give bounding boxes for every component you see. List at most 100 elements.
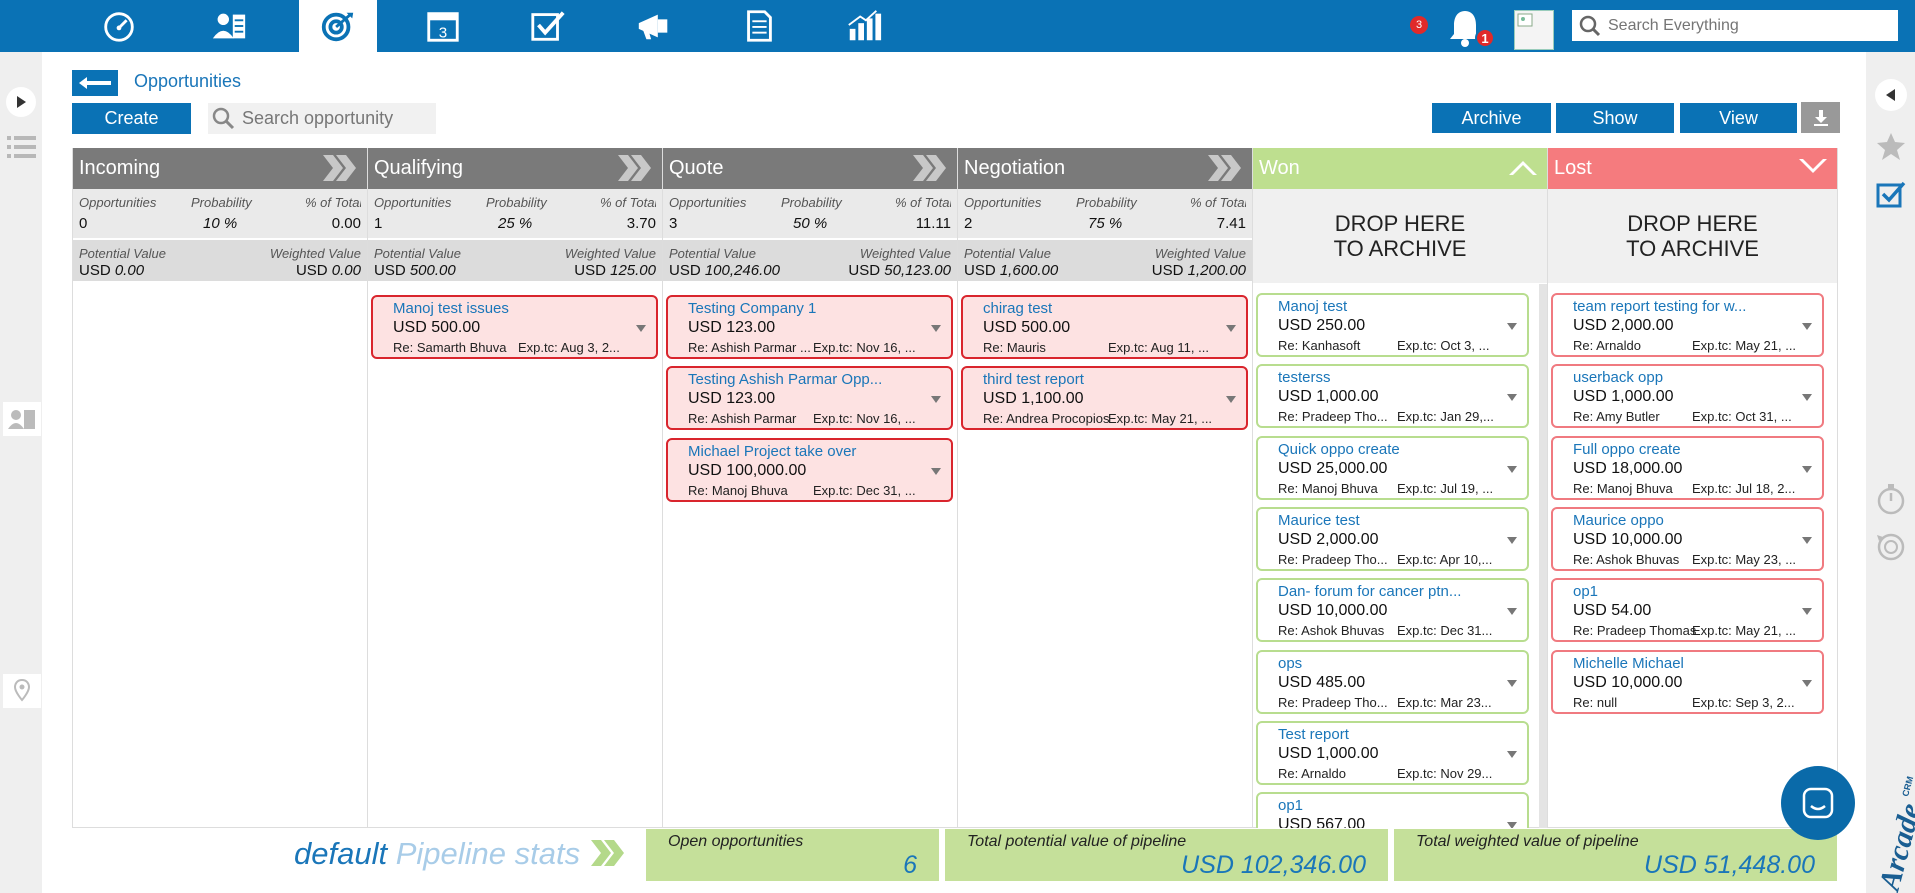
opportunity-card[interactable]: testerss USD 1,000.00 Re: Pradeep Tho... Ex… <box>1256 364 1529 429</box>
back-button[interactable] <box>72 70 118 96</box>
card-related: Re: Manoj Bhuva <box>1573 480 1673 496</box>
card-title[interactable]: Maurice test <box>1278 512 1528 530</box>
calendar-icon[interactable]: 3 <box>401 0 485 52</box>
history-icon[interactable] <box>1874 530 1908 564</box>
card-menu-dropdown-icon[interactable] <box>1507 679 1517 687</box>
opportunity-card[interactable]: Test report USD 1,000.00 Re: Arnaldo Exp.tc… <box>1256 720 1529 785</box>
card-list: chirag test USD 500.00 Re: Mauris Exp.tc: A… <box>958 148 1252 828</box>
show-button[interactable]: Show <box>1556 103 1674 133</box>
card-menu-dropdown-icon[interactable] <box>1802 394 1812 402</box>
card-title[interactable]: op1 <box>1278 797 1528 815</box>
opportunity-card[interactable]: ops USD 485.00 Re: Pradeep Tho... Exp.tc: M… <box>1256 649 1529 714</box>
card-menu-dropdown-icon[interactable] <box>1226 325 1236 332</box>
card-menu-dropdown-icon[interactable] <box>1507 750 1517 758</box>
opportunity-card[interactable]: op1 USD 567.00 <box>1256 792 1529 828</box>
card-title[interactable]: Full oppo create <box>1573 441 1823 459</box>
opportunity-search[interactable]: Search opportunity <box>208 103 436 134</box>
card-title[interactable]: userback opp <box>1573 369 1823 387</box>
card-menu-dropdown-icon[interactable] <box>1507 465 1517 473</box>
column-header[interactable]: Incoming <box>73 148 367 189</box>
opportunity-card[interactable]: team report testing for w... USD 2,000.00… <box>1551 293 1824 357</box>
card-menu-dropdown-icon[interactable] <box>1802 536 1812 544</box>
tasks-icon[interactable] <box>506 0 590 52</box>
card-title[interactable]: Testing Ashish Parmar Opp... <box>688 371 938 389</box>
card-menu-dropdown-icon[interactable] <box>1507 536 1517 544</box>
card-menu-dropdown-icon[interactable] <box>1226 396 1236 404</box>
collapse-right-panel-button[interactable] <box>1875 79 1907 111</box>
card-title[interactable]: team report testing for w... <box>1573 298 1823 316</box>
view-button[interactable]: View <box>1680 103 1797 133</box>
team-icon[interactable] <box>3 402 41 436</box>
card-title[interactable]: ops <box>1278 655 1528 673</box>
card-related: Re: Pradeep Tho... <box>1278 694 1388 710</box>
card-menu-dropdown-icon[interactable] <box>1507 394 1517 402</box>
won-scrollbar[interactable] <box>1539 284 1547 828</box>
notification-count-badge[interactable]: 3 <box>1410 16 1428 34</box>
potential-amount: 0.00 <box>114 262 145 279</box>
opportunity-card[interactable]: Testing Company 1 USD 123.00 Re: Ashish Pa… <box>666 295 953 359</box>
card-title[interactable]: testerss <box>1278 369 1528 387</box>
card-menu-dropdown-icon[interactable] <box>1802 465 1812 473</box>
opportunity-card[interactable]: Full oppo create USD 18,000.00 Re: Manoj B… <box>1551 435 1824 500</box>
opportunity-card[interactable]: Michael Project take over USD 100,000.00 R… <box>666 437 953 502</box>
card-menu-dropdown-icon[interactable] <box>1507 323 1517 330</box>
opportunity-card[interactable]: Manoj test issues USD 500.00 Re: Samarth B… <box>371 295 658 359</box>
card-menu-dropdown-icon[interactable] <box>1802 608 1812 616</box>
svg-text:Arcade: Arcade <box>1872 800 1915 893</box>
global-search[interactable] <box>1572 10 1898 41</box>
opportunity-search-placeholder[interactable]: Search opportunity <box>242 108 393 129</box>
checkbox-icon[interactable] <box>1874 177 1908 211</box>
card-menu-dropdown-icon[interactable] <box>1802 323 1812 330</box>
documents-icon[interactable] <box>717 0 801 52</box>
card-title[interactable]: Michael Project take over <box>688 443 938 461</box>
opportunity-card[interactable]: third test report USD 1,100.00 Re: Andrea … <box>961 366 1248 431</box>
opportunity-card[interactable]: chirag test USD 500.00 Re: Mauris Exp.tc: A… <box>961 295 1248 359</box>
global-search-input[interactable] <box>1608 16 1878 35</box>
card-title[interactable]: Quick oppo create <box>1278 441 1528 459</box>
campaigns-icon[interactable] <box>612 0 696 52</box>
opportunity-card[interactable]: Maurice test USD 2,000.00 Re: Pradeep Tho.… <box>1256 506 1529 571</box>
card-menu-dropdown-icon[interactable] <box>931 396 941 404</box>
card-title[interactable]: op1 <box>1573 583 1823 601</box>
card-title[interactable]: Dan- forum for cancer ptn... <box>1278 583 1528 601</box>
card-title[interactable]: third test report <box>983 371 1233 389</box>
location-pin-icon[interactable] <box>3 674 41 708</box>
opportunity-card[interactable]: Testing Ashish Parmar Opp... USD 123.00 Re… <box>666 366 953 431</box>
card-title[interactable]: Test report <box>1278 726 1528 744</box>
star-icon[interactable] <box>1874 129 1908 163</box>
download-button[interactable] <box>1801 102 1840 133</box>
card-title[interactable]: Manoj test <box>1278 298 1528 316</box>
card-title[interactable]: chirag test <box>983 300 1233 318</box>
reports-icon[interactable] <box>822 0 906 52</box>
potential-value-amount: USD 102,346.00 <box>1181 851 1366 879</box>
opportunity-card[interactable]: Manoj test USD 250.00 Re: Kanhasoft Exp.tc:… <box>1256 293 1529 357</box>
opportunity-card[interactable]: userback opp USD 1,000.00 Re: Amy Butler Ex… <box>1551 364 1824 429</box>
breadcrumb-title[interactable]: Opportunities <box>134 71 241 92</box>
opportunity-card[interactable]: Michelle Michael USD 10,000.00 Re: null Exp… <box>1551 649 1824 714</box>
card-amount: USD 2,000.00 <box>1573 317 1674 334</box>
dashboard-icon[interactable] <box>77 0 161 52</box>
card-menu-dropdown-icon[interactable] <box>1507 822 1517 828</box>
chat-launcher-button[interactable] <box>1781 766 1855 840</box>
user-avatar[interactable] <box>1514 10 1554 50</box>
card-title[interactable]: Testing Company 1 <box>688 300 938 318</box>
card-menu-dropdown-icon[interactable] <box>636 325 646 332</box>
card-menu-dropdown-icon[interactable] <box>931 467 941 475</box>
opportunity-card[interactable]: Quick oppo create USD 25,000.00 Re: Manoj … <box>1256 435 1529 500</box>
create-button[interactable]: Create <box>72 103 191 134</box>
opportunity-card[interactable]: op1 USD 54.00 Re: Pradeep Thomas Exp.tc: Ma… <box>1551 578 1824 643</box>
card-title[interactable]: Michelle Michael <box>1573 655 1823 673</box>
expand-sidebar-button[interactable] <box>6 87 36 117</box>
contacts-icon[interactable] <box>187 0 271 52</box>
card-menu-dropdown-icon[interactable] <box>931 325 941 332</box>
opportunities-icon[interactable] <box>299 0 377 52</box>
stopwatch-icon[interactable] <box>1874 480 1908 518</box>
opportunity-card[interactable]: Dan- forum for cancer ptn... USD 10,000.0… <box>1256 578 1529 643</box>
card-title[interactable]: Maurice oppo <box>1573 512 1823 530</box>
opportunity-card[interactable]: Maurice oppo USD 10,000.00 Re: Ashok Bhuva… <box>1551 506 1824 571</box>
card-menu-dropdown-icon[interactable] <box>1507 608 1517 616</box>
list-icon[interactable] <box>5 132 39 162</box>
card-title[interactable]: Manoj test issues <box>393 300 643 318</box>
card-menu-dropdown-icon[interactable] <box>1802 679 1812 687</box>
archive-button[interactable]: Archive <box>1432 103 1551 133</box>
